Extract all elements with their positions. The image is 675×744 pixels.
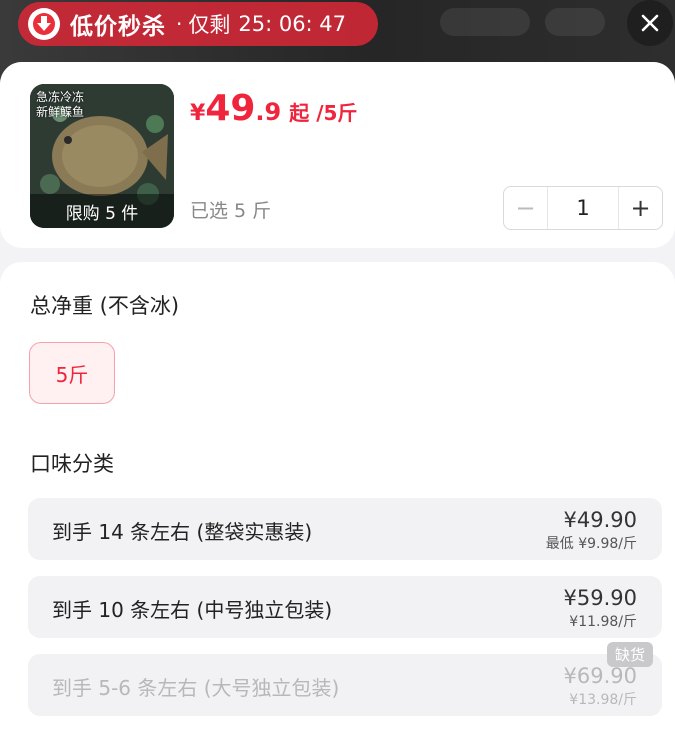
image-caption: 急冻冷冻 新鲜鲽鱼 — [36, 90, 85, 119]
close-icon — [641, 14, 659, 32]
option-unit-price: 最低 ¥9.98/斤 — [545, 536, 637, 552]
background-tag — [440, 8, 530, 36]
option-name: 到手 14 条左右 (整袋实惠装) — [52, 520, 313, 544]
flavor-option[interactable]: 到手 14 条左右 (整袋实惠装) ¥49.90 最低 ¥9.98/斤 — [28, 498, 662, 560]
flavor-option[interactable]: 到手 10 条左右 (中号独立包装) ¥59.90 ¥11.98/斤 — [28, 576, 662, 638]
price-suffix: 起 /5斤 — [289, 101, 358, 125]
option-name: 到手 10 条左右 (中号独立包装) — [52, 598, 333, 622]
option-name: 到手 5-6 条左右 (大号独立包装) — [52, 676, 340, 700]
decrease-quantity-button[interactable]: − — [504, 187, 548, 229]
option-price: ¥59.90 — [563, 586, 637, 610]
increase-quantity-button[interactable]: + — [618, 187, 662, 229]
option-price: ¥69.90 — [563, 664, 637, 688]
price-integer: 49 — [205, 88, 256, 129]
product-image[interactable]: 急冻冷冻 新鲜鲽鱼 限购 5 件 — [30, 84, 174, 228]
option-price: ¥49.90 — [563, 508, 637, 532]
close-button[interactable] — [627, 0, 673, 46]
flash-sale-banner: 低价秒杀 · 仅剩 25: 06: 47 — [18, 2, 378, 46]
purchase-limit-label: 限购 5 件 — [30, 194, 174, 228]
option-unit-price: ¥13.98/斤 — [569, 692, 637, 708]
countdown-timer: 25: 06: 47 — [238, 12, 347, 36]
product-summary: 急冻冷冻 新鲜鲽鱼 限购 5 件 ¥ 49 .9 起 /5斤 已选 5 斤 − … — [0, 62, 675, 248]
banner-remaining-label: 仅剩 — [188, 13, 231, 37]
quantity-value[interactable]: 1 — [548, 187, 618, 229]
down-arrow-icon — [28, 8, 60, 40]
price-currency: ¥ — [190, 101, 206, 126]
selected-spec-text: 已选 5 斤 — [190, 200, 272, 222]
weight-section-title: 总净重 (不含冰) — [30, 294, 180, 318]
quantity-stepper: − 1 + — [503, 186, 663, 230]
sku-selector-sheet: 急冻冷冻 新鲜鲽鱼 限购 5 件 ¥ 49 .9 起 /5斤 已选 5 斤 − … — [0, 62, 675, 744]
flavor-option-out-of-stock: 缺货 到手 5-6 条左右 (大号独立包装) ¥69.90 ¥13.98/斤 — [28, 642, 662, 716]
option-unit-price: ¥11.98/斤 — [569, 614, 637, 630]
flavor-section-title: 口味分类 — [30, 452, 114, 476]
banner-title: 低价秒杀 — [70, 14, 166, 40]
banner-separator: · — [176, 12, 183, 36]
product-price: ¥ 49 .9 起 /5斤 — [190, 88, 357, 129]
weight-option-5jin[interactable]: 5斤 — [29, 342, 115, 404]
options-panel: 总净重 (不含冰) 5斤 口味分类 到手 14 条左右 (整袋实惠装) ¥49.… — [0, 262, 675, 744]
price-decimal: .9 — [255, 98, 282, 126]
background-tag — [545, 8, 605, 36]
